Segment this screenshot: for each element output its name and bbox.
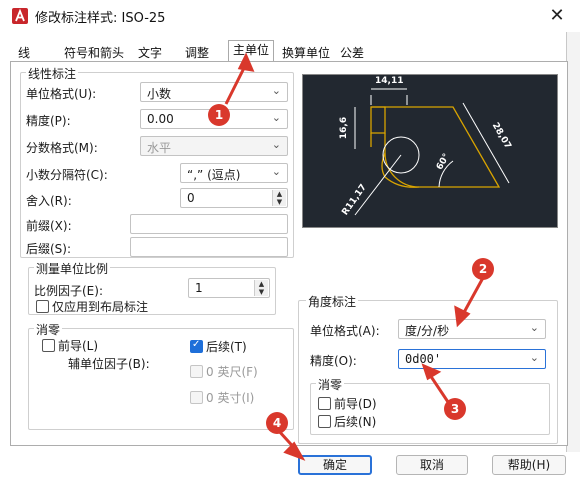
annotation-badge-4: 4 xyxy=(266,412,288,434)
annotation-badge-2: 2 xyxy=(472,258,494,280)
annotation-arrows xyxy=(224,52,486,461)
annotation-badge-3: 3 xyxy=(444,398,466,420)
annotation-badge-1: 1 xyxy=(208,104,230,126)
